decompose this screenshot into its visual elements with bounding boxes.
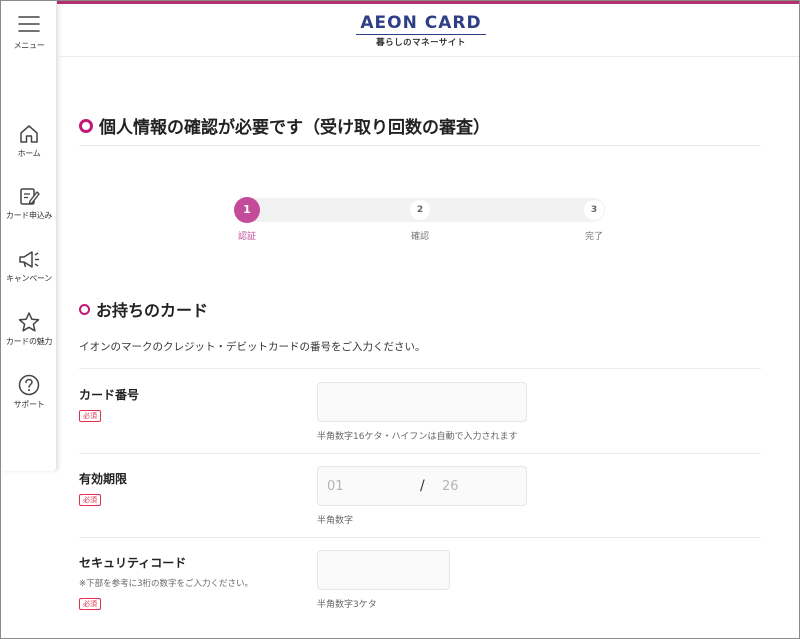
- logo-wordmark: AEON CARD: [360, 13, 482, 33]
- sidebar: メニュー ホーム カード申込み キャンペーン カードの魅力 サポート: [1, 1, 57, 471]
- expiry-input-group: 01 / 26: [317, 466, 527, 506]
- security-code-note: ※下部を参考に3桁の数字をご入力ください。: [79, 579, 254, 589]
- help-icon: [1, 374, 57, 396]
- section-title: お持ちのカード: [79, 297, 208, 321]
- sidebar-item-support[interactable]: サポート: [1, 374, 57, 410]
- sidebar-item-card-appeal[interactable]: カードの魅力: [1, 311, 57, 347]
- security-code-input[interactable]: [317, 550, 450, 590]
- star-icon: [1, 311, 57, 333]
- home-icon: [1, 123, 57, 145]
- title-ring-icon: [79, 119, 93, 133]
- logo-tagline: 暮らしのマネーサイト: [376, 38, 466, 48]
- sidebar-item-home[interactable]: ホーム: [1, 123, 57, 159]
- required-badge: 必須: [79, 410, 101, 422]
- page-title-text: 個人情報の確認が必要です（受け取り回数の審査）: [99, 118, 490, 138]
- required-badge: 必須: [79, 598, 101, 610]
- logo-underline: [356, 34, 486, 35]
- step-2-label: 確認: [410, 232, 429, 242]
- sidebar-menu-label: メニュー: [13, 41, 45, 50]
- card-apply-icon: [1, 185, 57, 207]
- step-1-indicator: 1: [234, 197, 260, 223]
- section-ring-icon: [79, 304, 90, 315]
- sidebar-item-label: カード申込み: [5, 211, 53, 220]
- row-divider: [79, 537, 761, 538]
- sidebar-item-label: サポート: [13, 400, 45, 409]
- card-number-hint: 半角数字16ケタ・ハイフンは自動で入力されます: [317, 432, 518, 442]
- title-divider: [79, 145, 761, 146]
- sidebar-item-label: カードの魅力: [5, 337, 53, 346]
- sidebar-item-label: キャンペーン: [6, 274, 52, 283]
- aeon-card-logo[interactable]: AEON CARD 暮らしのマネーサイト: [356, 13, 486, 48]
- section-title-text: お持ちのカード: [96, 301, 209, 320]
- sidebar-item-card-apply[interactable]: カード申込み: [1, 185, 57, 221]
- step-1-label: 認証: [237, 232, 256, 242]
- megaphone-icon: [1, 248, 57, 270]
- row-divider: [79, 368, 761, 369]
- step-2-indicator: 2: [410, 200, 430, 220]
- sidebar-menu-button[interactable]: メニュー: [1, 15, 57, 51]
- card-number-input[interactable]: [317, 382, 527, 422]
- step-3-indicator: 3: [584, 200, 604, 220]
- header-divider: [57, 56, 799, 57]
- top-accent-bar: [57, 1, 799, 4]
- page-title: 個人情報の確認が必要です（受け取り回数の審査）: [79, 113, 490, 138]
- expiry-year-input[interactable]: 26: [442, 479, 459, 494]
- expiry-separator: /: [420, 478, 425, 494]
- card-number-label: カード番号: [79, 388, 140, 402]
- expiry-label: 有効期限: [79, 472, 128, 486]
- sidebar-item-label: ホーム: [17, 149, 41, 158]
- sidebar-item-campaign[interactable]: キャンペーン: [1, 248, 57, 284]
- page-frame: メニュー ホーム カード申込み キャンペーン カードの魅力 サポート AEON …: [0, 0, 800, 639]
- security-code-label: セキュリティコード: [79, 556, 187, 570]
- hamburger-icon: [1, 15, 57, 33]
- row-divider: [79, 453, 761, 454]
- expiry-hint: 半角数字: [317, 516, 354, 526]
- step-3-label: 完了: [584, 232, 603, 242]
- required-badge: 必須: [79, 494, 101, 506]
- security-code-hint: 半角数字3ケタ: [317, 600, 377, 610]
- expiry-month-input[interactable]: 01: [327, 479, 344, 494]
- section-description: イオンのマークのクレジット・デビットカードの番号をご入力ください。: [79, 341, 426, 353]
